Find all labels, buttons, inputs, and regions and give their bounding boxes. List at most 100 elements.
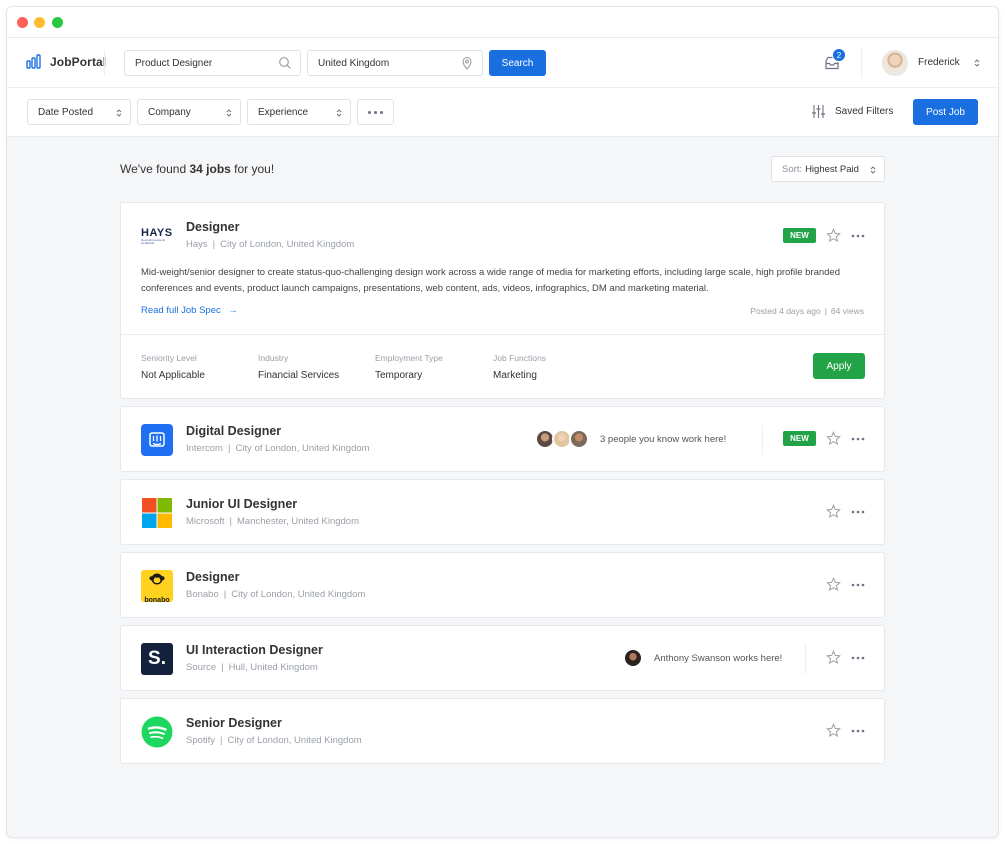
microsoft-logo [141,497,173,529]
date-posted-filter[interactable]: Date Posted [27,99,131,125]
detail-value: Temporary [375,370,423,381]
job-card[interactable]: Digital Designer Intercom | City of London… [120,406,885,472]
location-value: United Kingdom [318,57,390,69]
user-menu-chevron-icon[interactable] [974,58,980,68]
logo-divider [104,50,105,76]
job-subtitle: Spotify | City of London, United Kingdom [186,735,362,746]
job-title[interactable]: Senior Designer [186,716,282,730]
results-count-number: 34 jobs [189,162,231,176]
read-full-spec-link[interactable]: Read full Job Spec → [141,305,238,316]
more-icon[interactable] [850,233,866,239]
card-separator [762,425,763,455]
user-name[interactable]: Frederick [918,57,960,68]
app-logo[interactable]: JobPortal [26,54,106,69]
sliders-icon [812,105,825,118]
spotify-logo [141,716,173,748]
star-icon[interactable] [826,228,841,243]
minimize-window-button[interactable] [34,17,45,28]
intercom-logo [141,424,173,456]
job-card[interactable]: S. UI Interaction Designer Source | Hull, … [120,625,885,691]
saved-filters-label: Saved Filters [835,106,894,117]
results-count: We've found 34 jobs for you! [120,162,274,176]
star-icon[interactable] [826,577,841,592]
detail-value: Not Applicable [141,370,205,381]
card-divider [121,334,884,335]
job-subtitle: Intercom | City of London, United Kingdom [186,443,370,454]
notification-badge: 2 [832,48,846,62]
hays-logo: HAYS Recruiting experts worldwide [141,221,177,253]
star-icon[interactable] [826,504,841,519]
company-name: Spotify [186,735,216,746]
company-name: Bonabo [186,589,219,600]
connections-text: 3 people you know work here! [600,433,727,445]
search-button[interactable]: Search [489,50,546,76]
more-icon[interactable] [850,582,866,588]
card-separator [805,644,806,674]
source-logo-text: S. [148,648,166,669]
job-subtitle: Bonabo | City of London, United Kingdom [186,589,366,600]
job-title[interactable]: Digital Designer [186,424,281,438]
job-subtitle: Hays | City of London, United Kingdom [186,239,355,250]
keyword-search-input[interactable]: Product Designer [124,50,301,76]
chevron-updown-icon [226,109,232,117]
more-filters-button[interactable] [357,99,394,125]
read-more-label: Read full Job Spec [141,305,221,316]
detail-value: Financial Services [258,370,340,381]
sort-dropdown[interactable]: Sort: Highest Paid [771,156,885,182]
posted-date: Posted 4 days ago [750,306,821,316]
chevron-updown-icon [336,109,342,117]
job-title[interactable]: Designer [186,220,240,234]
results-suffix: for you! [234,162,275,176]
job-title[interactable]: Junior UI Designer [186,497,297,511]
connections[interactable]: 3 people you know work here! [535,429,727,449]
job-card[interactable]: HAYS Recruiting experts worldwide Design… [120,202,885,399]
job-functions: Job Functions Marketing [493,353,546,381]
star-icon[interactable] [826,723,841,738]
company-name: Source [186,662,217,673]
microsoft-logo-icon [142,498,172,528]
bonabo-logo: bonabo [141,570,173,602]
job-title[interactable]: UI Interaction Designer [186,643,323,657]
bar-chart-logo-icon [26,54,41,69]
job-card[interactable]: Senior Designer Spotify | City of London, … [120,698,885,764]
post-job-button[interactable]: Post Job [913,99,978,125]
connections[interactable]: Anthony Swanson works here! [623,648,783,668]
company-name: Microsoft [186,516,225,527]
job-card[interactable]: Junior UI Designer Microsoft | Manchester,… [120,479,885,545]
star-icon[interactable] [826,431,841,446]
more-icon[interactable] [850,436,866,442]
navbar-divider [861,48,862,78]
sort-value: Highest Paid [805,163,859,175]
location-pin-icon [462,56,472,70]
company-label: Company [148,106,191,118]
chevron-updown-icon [870,166,876,174]
more-icon[interactable] [850,655,866,661]
close-window-button[interactable] [17,17,28,28]
new-badge: NEW [783,228,816,243]
bonabo-logo-text: bonabo [144,597,170,602]
saved-filters-button[interactable]: Saved Filters [811,104,893,119]
detail-value: Marketing [493,370,537,381]
job-location: Manchester, United Kingdom [237,516,359,527]
user-avatar[interactable] [882,50,908,76]
filter-bar: Date Posted Company Experience Saved Fil… [7,88,998,137]
maximize-window-button[interactable] [52,17,63,28]
company-filter[interactable]: Company [137,99,241,125]
apply-button[interactable]: Apply [813,353,865,379]
top-navbar: JobPortal Product Designer United Kingdo… [7,38,998,88]
chevron-updown-icon [116,109,122,117]
experience-filter[interactable]: Experience [247,99,351,125]
location-input[interactable]: United Kingdom [307,50,483,76]
company-name: Intercom [186,443,223,454]
job-title[interactable]: Designer [186,570,240,584]
job-card[interactable]: bonabo Designer Bonabo | City of London, U… [120,552,885,618]
connections-text: Anthony Swanson works here! [654,652,783,664]
detail-label: Job Functions [493,353,546,363]
connection-avatar [569,429,589,449]
star-icon[interactable] [826,650,841,665]
company-name: Hays [186,239,208,250]
more-icon[interactable] [850,728,866,734]
job-description: Mid-weight/senior designer to create sta… [141,267,840,294]
more-icon[interactable] [850,509,866,515]
detail-label: Industry [258,353,289,363]
